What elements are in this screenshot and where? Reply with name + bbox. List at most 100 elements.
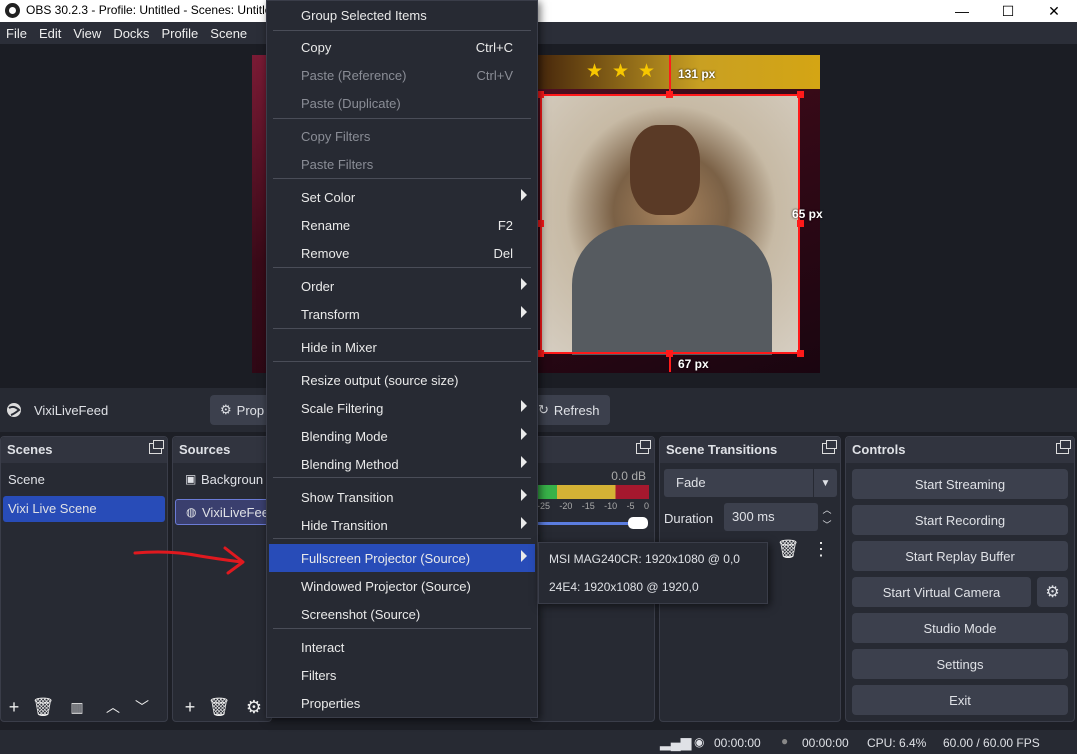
start-replay-buffer-button[interactable]: Start Replay Buffer (852, 541, 1068, 571)
properties-button[interactable]: ⚙ Prop (210, 395, 270, 425)
settings-button[interactable]: Settings (852, 649, 1068, 679)
resize-handle[interactable] (797, 91, 804, 98)
window-title: OBS 30.2.3 - Profile: Untitled - Scenes:… (26, 3, 279, 17)
star-icon: ★ (638, 61, 656, 82)
move-up-icon[interactable]: ︿ (100, 695, 126, 719)
menu-item-label: Blending Method (301, 457, 399, 472)
studio-mode-button[interactable]: Studio Mode (852, 613, 1068, 643)
menu-item-remove[interactable]: Remove Del (269, 239, 535, 267)
minimize-button[interactable]: — (939, 0, 985, 22)
obs-logo-icon (5, 3, 20, 18)
filters-icon[interactable]: ▥ (64, 695, 90, 719)
source-item[interactable]: ▣ Backgroun (175, 467, 269, 493)
trash-icon[interactable]: 🗑 (30, 695, 56, 719)
projector-monitor-1[interactable]: MSI MAG240CR: 1920x1080 @ 0,0 (541, 545, 765, 573)
duration-label: Duration (664, 511, 714, 526)
trash-icon[interactable]: 🗑 (206, 695, 232, 719)
exit-button[interactable]: Exit (852, 685, 1068, 715)
menu-item-blending-mode[interactable]: Blending Mode (269, 422, 535, 450)
menu-item-resize-output-source-size[interactable]: Resize output (source size) (269, 366, 535, 394)
menu-profile[interactable]: Profile (155, 26, 204, 41)
transition-select[interactable]: Fade ▼ (664, 469, 837, 497)
undock-icon[interactable] (1056, 440, 1071, 454)
menu-item-set-color[interactable]: Set Color (269, 183, 535, 211)
menu-item-label: Fullscreen Projector (Source) (301, 551, 471, 566)
projector-monitor-2[interactable]: 24E4: 1920x1080 @ 1920,0 (541, 573, 765, 601)
submenu-arrow-icon (521, 550, 527, 562)
menu-item-properties[interactable]: Properties (269, 689, 535, 717)
maximize-button[interactable]: ☐ (985, 0, 1031, 22)
menu-item-blending-method[interactable]: Blending Method (269, 450, 535, 478)
undock-icon[interactable] (822, 440, 837, 454)
menu-item-order[interactable]: Order (269, 272, 535, 300)
menu-item-label: Properties (301, 696, 361, 711)
scene-item[interactable]: Scene (3, 467, 165, 493)
chevron-up-icon[interactable]: ︿ (818, 503, 836, 516)
scene-item-selected[interactable]: Vixi Live Scene (3, 496, 165, 522)
undock-icon[interactable] (636, 440, 651, 454)
close-button[interactable]: ✕ (1031, 0, 1077, 22)
resize-handle[interactable] (537, 350, 544, 357)
menu-item-transform[interactable]: Transform (269, 300, 535, 328)
start-virtual-camera-button[interactable]: Start Virtual Camera (852, 577, 1031, 607)
menu-bar: File Edit View Docks Profile Scene (0, 22, 1077, 44)
move-down-icon[interactable]: ﹀ (129, 695, 155, 719)
menu-item-scale-filtering[interactable]: Scale Filtering (269, 394, 535, 422)
menu-item-hide-transition[interactable]: Hide Transition (269, 511, 535, 539)
gear-icon[interactable]: ⚙ (241, 695, 267, 719)
meter-tick: -20 (559, 501, 573, 511)
add-icon[interactable]: + (1, 695, 27, 719)
cpu-usage: CPU: 6.4% (867, 736, 927, 750)
menu-docks[interactable]: Docks (107, 26, 155, 41)
more-options-icon[interactable]: ⋮ (808, 537, 834, 561)
menu-file[interactable]: File (0, 26, 33, 41)
scene-transitions-title: Scene Transitions (660, 437, 840, 463)
menu-item-label: Paste (Duplicate) (301, 96, 401, 111)
menu-edit[interactable]: Edit (33, 26, 67, 41)
volume-slider-handle[interactable] (628, 517, 648, 529)
menu-separator (273, 267, 531, 268)
trash-icon[interactable]: 🗑 (775, 537, 801, 561)
menu-view[interactable]: View (67, 26, 107, 41)
menu-item-hide-in-mixer[interactable]: Hide in Mixer (269, 333, 535, 361)
menu-item-rename[interactable]: Rename F2 (269, 211, 535, 239)
resize-handle[interactable] (537, 91, 544, 98)
chevron-down-icon: ▼ (813, 469, 837, 497)
measure-top-label: 131 px (678, 67, 716, 81)
meter-tick: 0 (643, 501, 649, 511)
menu-item-copy[interactable]: Copy Ctrl+C (269, 33, 535, 61)
resize-handle[interactable] (797, 350, 804, 357)
duration-input[interactable]: 300 ms (724, 503, 818, 531)
undock-icon[interactable] (149, 440, 164, 454)
menu-item-show-transition[interactable]: Show Transition (269, 483, 535, 511)
menu-item-group-selected-items[interactable]: Group Selected Items (269, 1, 535, 29)
menu-item-shortcut: Ctrl+C (475, 40, 513, 55)
meter-tick: -25 (537, 501, 551, 511)
start-recording-button[interactable]: Start Recording (852, 505, 1068, 535)
menu-separator (273, 628, 531, 629)
source-selection-box[interactable] (540, 94, 800, 354)
start-streaming-button[interactable]: Start Streaming (852, 469, 1068, 499)
refresh-button[interactable]: ↻ Refresh (528, 395, 610, 425)
chevron-down-icon[interactable]: ﹀ (818, 518, 836, 531)
menu-item-filters[interactable]: Filters (269, 661, 535, 689)
menu-scene[interactable]: Scene (204, 26, 253, 41)
measure-right-label: 65 px (792, 207, 823, 221)
menu-item-label: Filters (301, 668, 337, 683)
menu-item-screenshot-source[interactable]: Screenshot (Source) (269, 600, 535, 628)
menu-item-label: Paste Filters (301, 157, 374, 172)
add-icon[interactable]: + (177, 695, 203, 719)
menu-item-paste-duplicate: Paste (Duplicate) (269, 89, 535, 117)
source-item-selected[interactable]: ◍ VixiLiveFee (175, 499, 269, 525)
image-icon: ▣ (185, 472, 197, 486)
virtual-camera-settings-gear-icon[interactable]: ⚙ (1037, 577, 1068, 607)
menu-item-label: Hide Transition (301, 518, 388, 533)
meter-tick: -10 (604, 501, 618, 511)
menu-item-fullscreen-projector-source[interactable]: Fullscreen Projector (Source) (269, 544, 535, 572)
submenu-arrow-icon (521, 306, 527, 318)
volume-slider[interactable] (537, 522, 641, 525)
menu-item-windowed-projector-source[interactable]: Windowed Projector (Source) (269, 572, 535, 600)
resize-handle[interactable] (537, 220, 544, 227)
resize-handle[interactable] (797, 220, 804, 227)
menu-item-interact[interactable]: Interact (269, 633, 535, 661)
